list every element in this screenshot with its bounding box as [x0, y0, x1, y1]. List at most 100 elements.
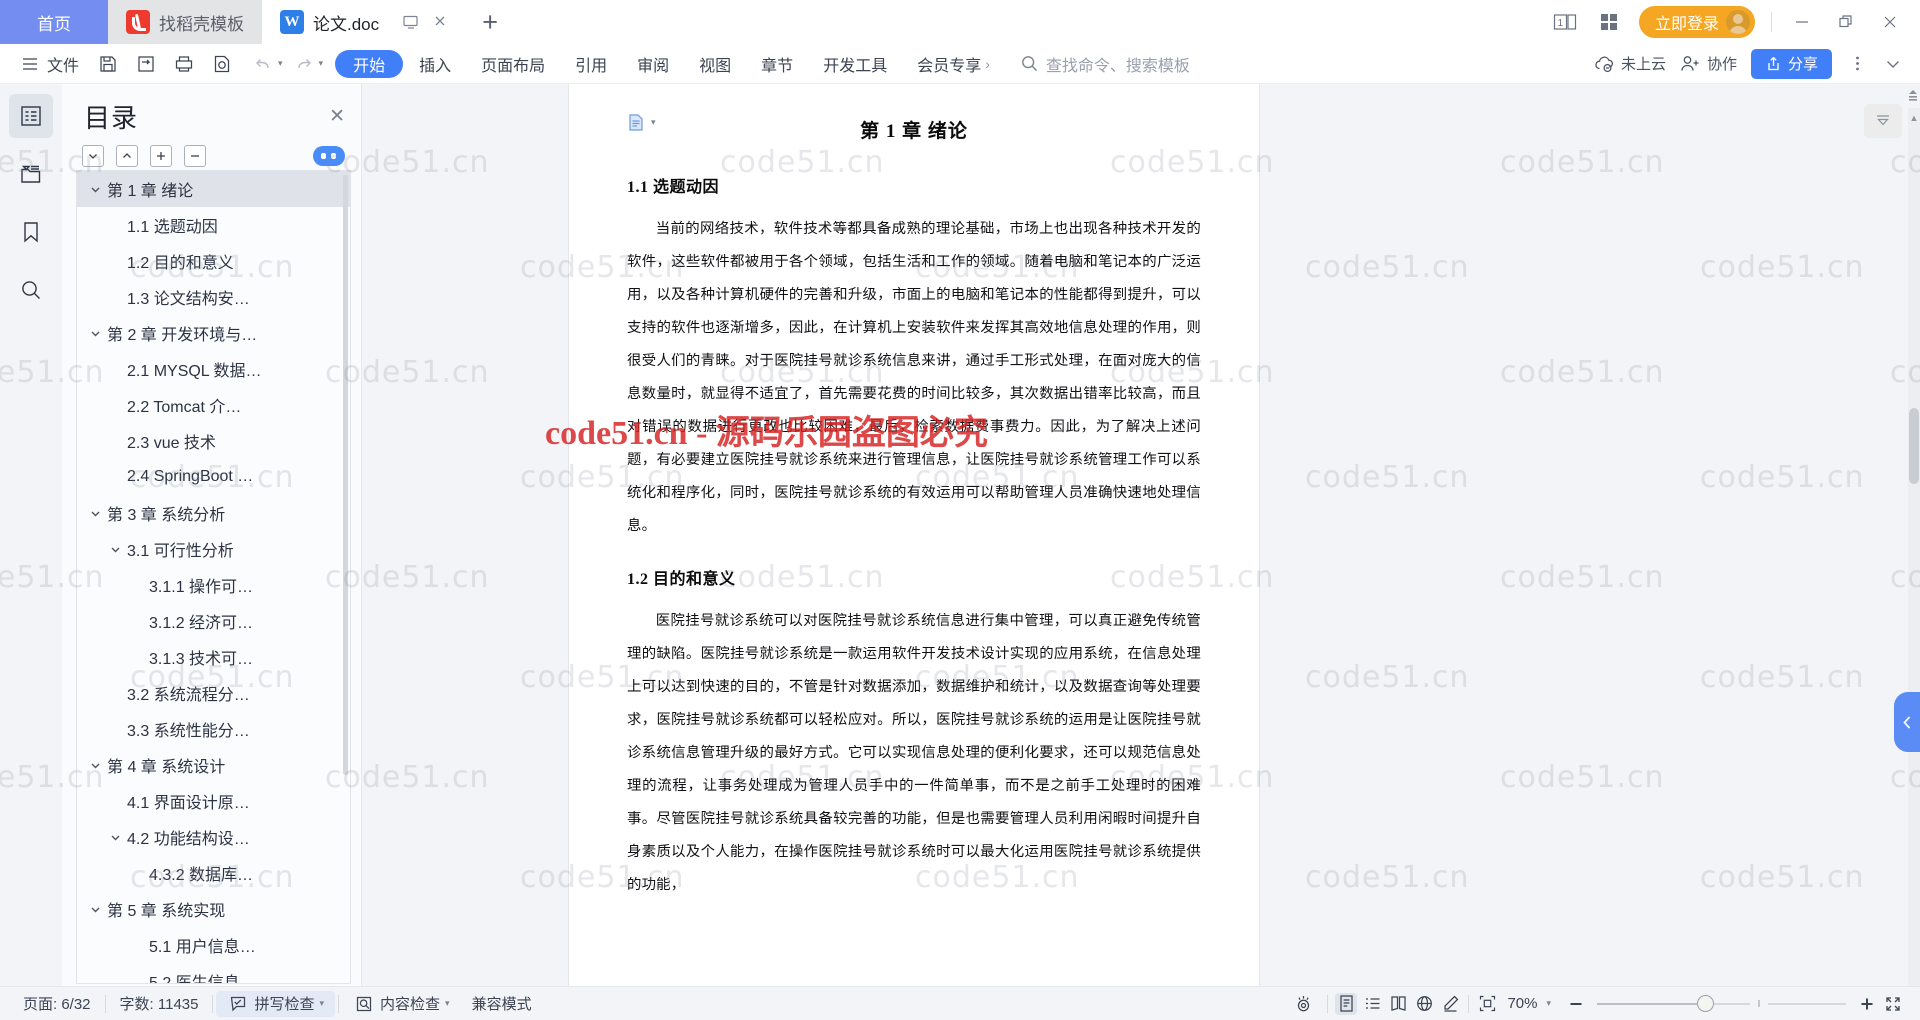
sidebar-item-bookmark[interactable]	[9, 210, 53, 254]
document-paragraph-1-1[interactable]: 当前的网络技术，软件技术等都具备成熟的理论基础，市场上也出现各种技术开发的软件，…	[627, 213, 1201, 543]
menu-file-button[interactable]: 文件	[10, 49, 88, 79]
tab-docer-template[interactable]: 找稻壳模板	[108, 0, 262, 44]
login-button[interactable]: 立即登录	[1638, 6, 1755, 38]
toc-item[interactable]: 3.1.3 技术可…	[77, 639, 350, 675]
chevron-down-icon[interactable]: ▾	[651, 117, 656, 128]
collapse-right-panel-button[interactable]	[1894, 692, 1920, 752]
toc-item[interactable]: 2.4 SpringBoot …	[77, 459, 350, 495]
markup-pen-icon[interactable]	[1439, 993, 1461, 1015]
collaborate-button[interactable]: 协作	[1680, 53, 1737, 74]
close-icon[interactable]: ✕	[329, 107, 345, 126]
chevron-down-icon[interactable]: ▾	[319, 998, 324, 1009]
grid-view-icon[interactable]	[1595, 8, 1623, 36]
chevron-down-icon[interactable]: ▾	[445, 998, 450, 1009]
ribbon-tab-references[interactable]: 引用	[561, 50, 621, 78]
print-icon[interactable]	[173, 53, 195, 75]
toc-item[interactable]: 1.1 选题动因	[77, 207, 350, 243]
ribbon-tab-view[interactable]: 视图	[685, 50, 745, 78]
eye-focus-icon[interactable]	[1292, 993, 1314, 1015]
zoom-dropdown-icon[interactable]: ▾	[1546, 998, 1551, 1009]
toc-item[interactable]: 4.2 功能结构设…	[77, 819, 350, 855]
undo-icon[interactable]	[252, 53, 274, 75]
ribbon-tab-member[interactable]: 会员专享 ›	[903, 50, 1004, 78]
toc-item[interactable]: 第 5 章 系统实现	[77, 891, 350, 927]
redo-dropdown-icon[interactable]: ▾	[319, 58, 324, 69]
ribbon-tab-developer[interactable]: 开发工具	[809, 50, 901, 78]
search-input[interactable]: 查找命令、搜索模板	[1020, 52, 1190, 76]
zoom-in-button[interactable]	[1856, 993, 1878, 1015]
fullscreen-icon[interactable]	[1882, 993, 1904, 1015]
toc-item[interactable]: 第 2 章 开发环境与…	[77, 315, 350, 351]
save-icon[interactable]	[97, 53, 119, 75]
redo-icon[interactable]	[293, 53, 315, 75]
toc-item[interactable]: 第 1 章 绪论	[77, 171, 350, 207]
collapse-all-button[interactable]	[184, 145, 206, 167]
tab-document[interactable]: W 论文.doc	[262, 0, 469, 44]
zoom-out-button[interactable]	[1565, 993, 1587, 1015]
scrollbar-thumb[interactable]	[1909, 408, 1919, 484]
ribbon-tab-page-layout[interactable]: 页面布局	[467, 50, 559, 78]
print-preview-icon[interactable]	[211, 53, 233, 75]
ribbon-tab-section[interactable]: 章节	[747, 50, 807, 78]
spellcheck-button[interactable]: 拼写检查 ▾	[216, 990, 336, 1017]
chevron-down-icon[interactable]	[107, 831, 123, 844]
save-as-icon[interactable]	[135, 53, 157, 75]
ribbon-tab-review[interactable]: 审阅	[623, 50, 683, 78]
chevron-down-icon[interactable]	[87, 903, 103, 916]
toc-item[interactable]: 4.3.2 数据库…	[77, 855, 350, 891]
collapse-down-button[interactable]	[82, 145, 104, 167]
collapse-up-button[interactable]	[116, 145, 138, 167]
tab-home[interactable]: 首页	[0, 0, 108, 44]
toc-item[interactable]: 4.1 界面设计原…	[77, 783, 350, 819]
toc-item[interactable]: 5.1 用户信息…	[77, 927, 350, 963]
expand-all-button[interactable]	[150, 145, 172, 167]
collapse-ribbon-icon[interactable]	[1882, 53, 1904, 75]
single-page-layout-icon[interactable]: 1	[1551, 8, 1579, 36]
toc-item[interactable]: 2.1 MYSQL 数据…	[77, 351, 350, 387]
new-tab-button[interactable]: +	[468, 0, 512, 44]
restore-button[interactable]	[1832, 8, 1860, 36]
fit-page-icon[interactable]	[1476, 993, 1498, 1015]
chevron-down-icon[interactable]	[87, 183, 103, 196]
reading-view-icon[interactable]	[1387, 993, 1409, 1015]
zoom-knob[interactable]	[1697, 995, 1714, 1012]
compatibility-mode[interactable]: 兼容模式	[461, 991, 543, 1017]
page-settings-icon[interactable]	[1864, 104, 1902, 138]
zoom-level-label[interactable]: 70%	[1502, 995, 1542, 1012]
toc-item[interactable]: 第 3 章 系统分析	[77, 495, 350, 531]
sidebar-item-outline[interactable]	[9, 94, 53, 138]
toc-item[interactable]: 1.3 论文结构安…	[77, 279, 350, 315]
scroll-top-icon[interactable]	[1906, 86, 1920, 106]
toc-item[interactable]: 1.2 目的和意义	[77, 243, 350, 279]
word-count[interactable]: 字数: 11435	[109, 991, 210, 1017]
toc-list[interactable]: 第 1 章 绪论 1.1 选题动因 1.2 目的和意义 1.3 论文结构安… 第 2 章…	[76, 170, 351, 984]
toc-eyes-toggle[interactable]	[313, 146, 345, 166]
page-view-icon[interactable]	[1335, 992, 1358, 1015]
sidebar-item-search[interactable]	[9, 268, 53, 312]
close-tab-icon[interactable]	[432, 13, 450, 31]
close-button[interactable]	[1876, 8, 1904, 36]
toc-scrollbar[interactable]	[343, 175, 348, 775]
toc-item[interactable]: 3.3 系统性能分…	[77, 711, 350, 747]
zoom-slider[interactable]	[1597, 995, 1846, 1012]
share-button[interactable]: 分享	[1750, 48, 1832, 79]
cloud-status-button[interactable]: 未上云	[1594, 53, 1666, 74]
chevron-down-icon[interactable]	[107, 543, 123, 556]
document-page[interactable]: ▾ 第 1 章 绪论 1.1 选题动因 当前的网络技术，软件技术等都具备成熟的理…	[569, 84, 1259, 990]
document-vertical-scrollbar[interactable]	[1908, 108, 1920, 990]
ribbon-tab-insert[interactable]: 插入	[405, 50, 465, 78]
chevron-down-icon[interactable]	[87, 327, 103, 340]
scroll-up-arrow[interactable]: ▲	[1908, 110, 1920, 126]
chevron-down-icon[interactable]	[87, 507, 103, 520]
undo-dropdown-icon[interactable]: ▾	[278, 58, 283, 69]
document-paragraph-1-2[interactable]: 医院挂号就诊系统可以对医院挂号就诊系统信息进行集中管理，可以真正避免传统管理的缺…	[627, 605, 1201, 902]
toc-item[interactable]: 2.3 vue 技术	[77, 423, 350, 459]
ribbon-tab-start[interactable]: 开始	[335, 49, 404, 78]
toc-item[interactable]: 2.2 Tomcat 介…	[77, 387, 350, 423]
toc-item[interactable]: 5.2 医生信息…	[77, 963, 350, 983]
toc-item[interactable]: 3.2 系统流程分…	[77, 675, 350, 711]
chevron-down-icon[interactable]	[87, 759, 103, 772]
minimize-button[interactable]	[1788, 8, 1816, 36]
more-options-icon[interactable]	[1846, 53, 1868, 75]
sidebar-item-chapter-navigation[interactable]	[9, 152, 53, 196]
